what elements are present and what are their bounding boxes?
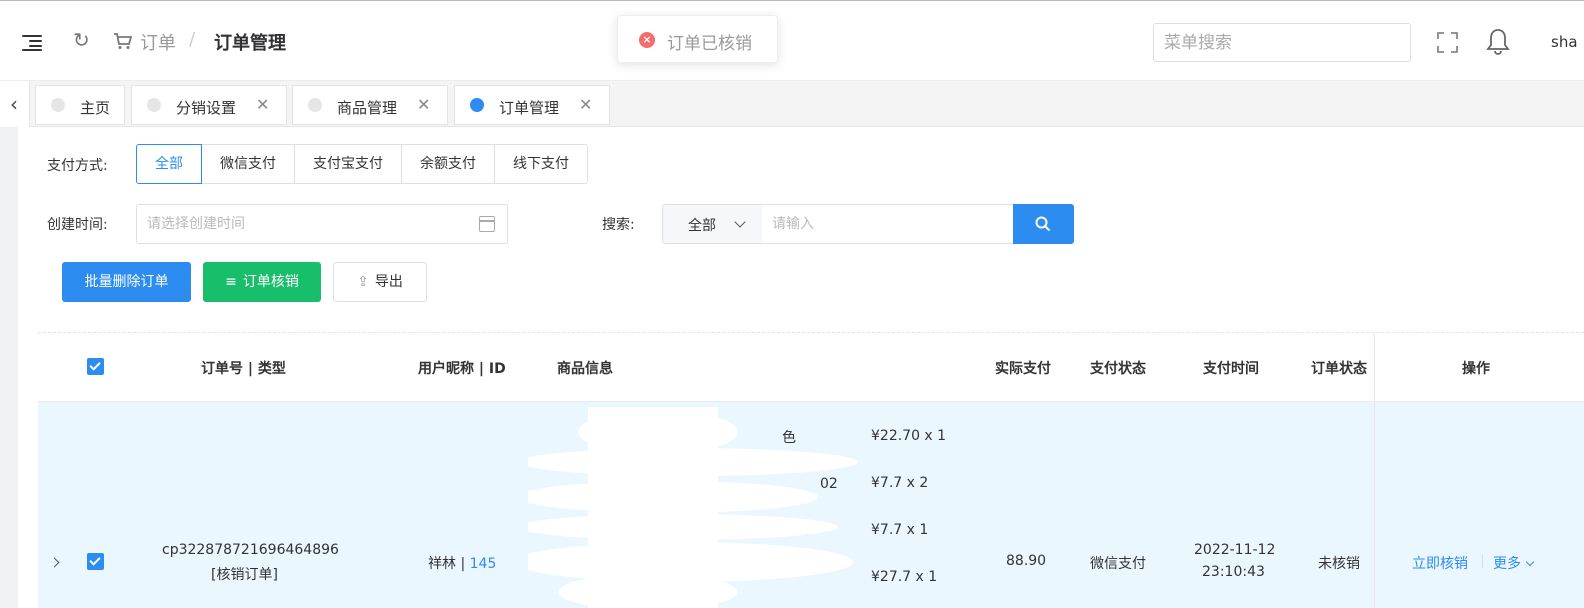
toast-message: × 订单已核销 (617, 15, 778, 63)
more-label: 更多 (1493, 556, 1521, 572)
calendar-icon (479, 216, 495, 232)
breadcrumb-separator: / (189, 29, 196, 50)
sidebar-edge (0, 127, 18, 608)
tab-distribution-settings[interactable]: 分销设置 ✕ (131, 85, 287, 125)
pay-time: 23:10:43 (1202, 564, 1265, 580)
tab-status-dot (147, 98, 161, 112)
table-header: 订单号 | 类型 用户昵称 | ID 商品信息 实际支付 支付状态 支付时间 订… (38, 334, 1584, 402)
cart-icon (114, 33, 133, 49)
item-price-qty: ¥7.7 x 2 (871, 475, 929, 491)
col-pay-time: 支付时间 (1203, 361, 1259, 377)
pay-method-all[interactable]: 全部 (136, 144, 202, 184)
tab-label: 主页 (80, 99, 111, 117)
export-button[interactable]: ⇪ 导出 (333, 262, 427, 302)
search-button[interactable] (1013, 204, 1074, 244)
paid-amount: 88.90 (1006, 553, 1047, 569)
pay-method-alipay[interactable]: 支付宝支付 (294, 144, 402, 184)
tabs-bar: ‹ 主页 分销设置 ✕ 商品管理 ✕ 订单管理 ✕ (0, 81, 1584, 127)
col-user: 用户昵称 | ID (418, 361, 506, 377)
expand-row-icon[interactable] (49, 557, 60, 568)
bell-icon[interactable] (1486, 28, 1510, 55)
col-paid: 实际支付 (995, 361, 1051, 377)
chevron-down-icon (1525, 557, 1535, 567)
table-row: cp322878721696464896 [核销订单] 祥林 | 145 色 0… (38, 402, 1584, 608)
tab-status-dot (51, 98, 65, 112)
pay-status: 微信支付 (1090, 556, 1146, 572)
menu-search-input[interactable] (1153, 23, 1411, 62)
order-status: 未核销 (1318, 556, 1360, 572)
chevron-left-icon: ‹ (10, 92, 18, 116)
order-type: [核销订单] (211, 567, 278, 583)
close-icon[interactable]: ✕ (417, 95, 430, 114)
tab-status-dot (308, 98, 322, 112)
item-price-qty: ¥22.70 x 1 (871, 428, 947, 444)
order-number: cp322878721696464896 (162, 542, 339, 558)
user-nickname: 祥林 (428, 556, 456, 572)
col-product-info: 商品信息 (557, 361, 613, 377)
export-label: 导出 (374, 274, 403, 290)
tab-home[interactable]: 主页 (35, 85, 125, 125)
toast-text: 订单已核销 (667, 34, 752, 54)
fixed-column-shadow (1374, 334, 1375, 608)
search-icon (1035, 216, 1051, 232)
user-id-link[interactable]: 145 (470, 556, 497, 572)
item-price-qty: ¥27.7 x 1 (871, 569, 938, 585)
redaction-scribble (528, 407, 858, 608)
col-actions: 操作 (1462, 361, 1490, 377)
export-icon: ⇪ (357, 274, 369, 290)
verify-now-link[interactable]: 立即核销 (1412, 553, 1468, 573)
pay-date: 2022-11-12 (1194, 542, 1276, 558)
search-label: 搜索: (602, 217, 635, 233)
user-separator: | (460, 556, 466, 572)
verify-order-label: 订单核销 (242, 274, 299, 290)
breadcrumb-parent[interactable]: 订单 (140, 29, 176, 55)
tab-status-dot (470, 98, 484, 112)
tab-label: 商品管理 (337, 99, 398, 117)
pay-method-offline[interactable]: 线下支付 (494, 144, 588, 184)
created-time-picker[interactable] (136, 204, 508, 244)
user-name[interactable]: sha (1551, 33, 1578, 51)
created-time-label: 创建时间: (47, 217, 108, 233)
error-circle-icon: × (639, 32, 655, 48)
breadcrumb-current: 订单管理 (214, 33, 286, 54)
col-pay-status: 支付状态 (1090, 361, 1146, 377)
divider (38, 332, 1584, 333)
list-icon: ≡ (225, 274, 237, 290)
search-scope-select[interactable]: 全部 (662, 204, 763, 244)
tab-product-management[interactable]: 商品管理 ✕ (292, 85, 448, 125)
tabs-scroll-left[interactable]: ‹ (0, 81, 30, 127)
tab-label: 订单管理 (499, 99, 560, 117)
chevron-down-icon (734, 216, 746, 228)
search-scope-value: 全部 (688, 218, 716, 234)
tab-label: 分销设置 (176, 99, 237, 117)
close-icon[interactable]: ✕ (256, 95, 269, 114)
pay-method-wechat[interactable]: 微信支付 (201, 144, 295, 184)
pay-method-label: 支付方式: (47, 158, 108, 174)
pay-method-balance[interactable]: 余额支付 (401, 144, 495, 184)
user-cell: 祥林 | 145 (428, 553, 496, 573)
close-icon[interactable]: ✕ (579, 95, 592, 114)
batch-delete-label: 批量删除订单 (84, 274, 169, 290)
menu-collapse-icon[interactable] (22, 35, 42, 51)
batch-delete-button[interactable]: 批量删除订单 (62, 262, 191, 302)
col-order-status: 订单状态 (1311, 361, 1367, 377)
refresh-icon[interactable]: ↻ (73, 30, 90, 50)
col-order-no: 订单号 | 类型 (201, 361, 286, 377)
row-checkbox[interactable] (87, 553, 104, 570)
top-header: ↻ 订单 / 订单管理 × 订单已核销 sha (0, 0, 1584, 81)
tab-order-management[interactable]: 订单管理 ✕ (454, 85, 610, 125)
action-separator (1482, 554, 1483, 568)
search-input[interactable] (762, 204, 1014, 244)
item-price-qty: ¥7.7 x 1 (871, 522, 929, 538)
fullscreen-icon[interactable] (1437, 32, 1458, 53)
pay-method-group: 全部 微信支付 支付宝支付 余额支付 线下支付 (136, 144, 588, 184)
select-all-checkbox[interactable] (87, 358, 104, 375)
verify-order-button[interactable]: ≡ 订单核销 (203, 262, 321, 302)
more-dropdown[interactable]: 更多 (1493, 553, 1535, 573)
